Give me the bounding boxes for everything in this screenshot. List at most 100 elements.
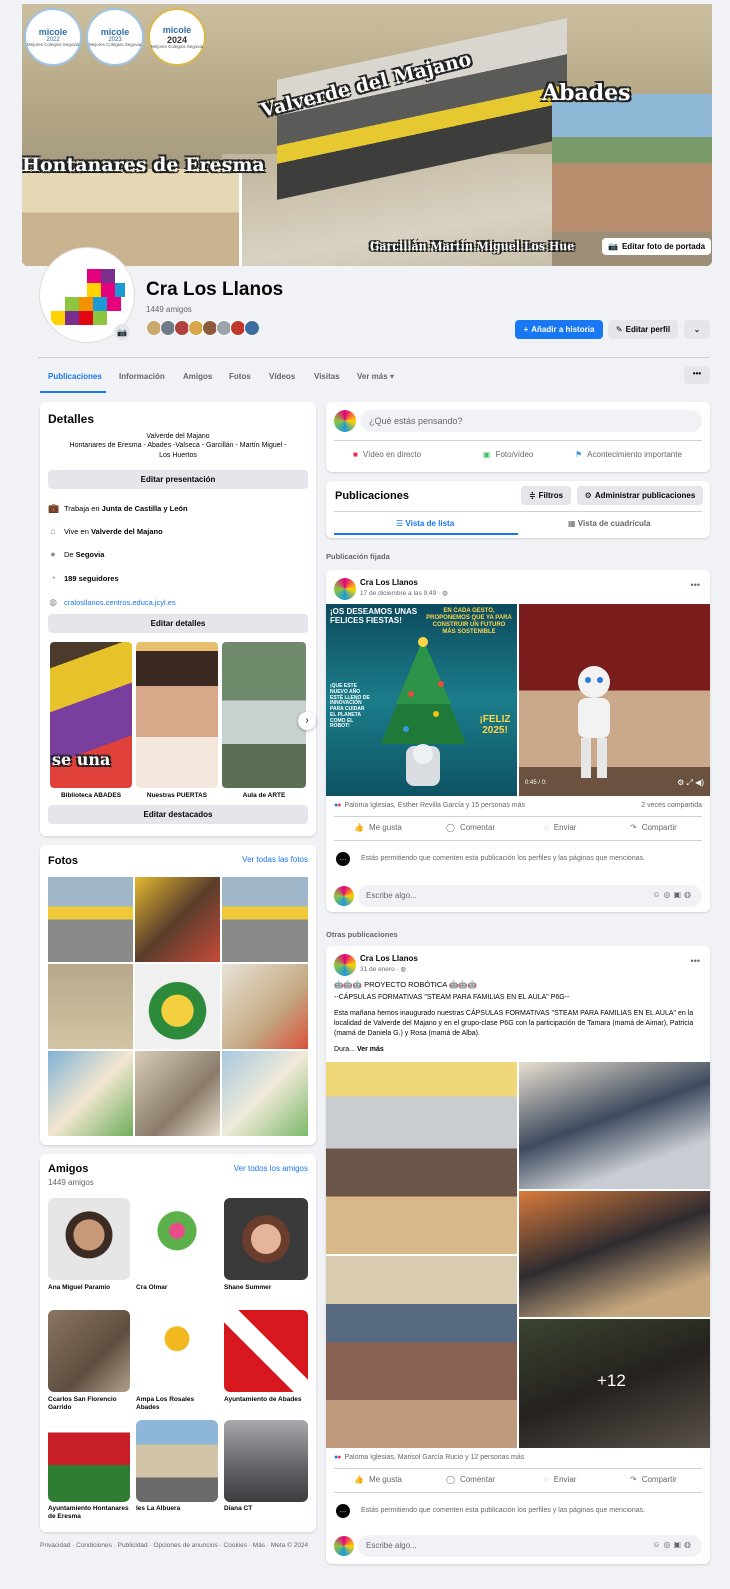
- tab-publicaciones[interactable]: Publicaciones: [48, 372, 102, 381]
- friends-avatars[interactable]: [146, 320, 260, 336]
- photo-thumbnail[interactable]: [135, 1051, 220, 1136]
- list-view-tab[interactable]: ☰ Vista de lista: [396, 519, 454, 528]
- friend-name[interactable]: Cra Olmar: [136, 1284, 218, 1292]
- tab-fotos[interactable]: Fotos: [229, 372, 251, 381]
- photo-thumbnail[interactable]: [48, 964, 133, 1049]
- see-all-photos-link[interactable]: Ver todas las fotos: [242, 855, 308, 864]
- photo-thumbnail[interactable]: [222, 964, 308, 1049]
- post-date[interactable]: 17 de diciembre a las 9:49 · ◍: [360, 589, 448, 597]
- friend-photo[interactable]: [136, 1198, 218, 1280]
- cover-photo[interactable]: micole 2022 Mejores Colegios Segovia micol…: [22, 4, 712, 266]
- video-controls-icon[interactable]: ⚙ ⤢ ◀): [677, 778, 704, 788]
- friends-count[interactable]: 1449 amigos: [146, 305, 192, 314]
- tab-informacion[interactable]: Información: [119, 372, 165, 381]
- like-button[interactable]: 👍 Me gusta: [354, 1475, 402, 1484]
- friend-name[interactable]: Ayuntamiento de Abades: [224, 1396, 308, 1404]
- post-shares[interactable]: 2 veces compartida: [641, 802, 702, 809]
- comment-button[interactable]: ◯ Comentar: [446, 823, 495, 832]
- edit-profile-button[interactable]: ✎ Editar perfil: [608, 320, 678, 339]
- post-photo[interactable]: [326, 1256, 517, 1448]
- photo-thumbnail[interactable]: [48, 877, 133, 962]
- post-video[interactable]: 0:45 / 0: ⚙ ⤢ ◀): [519, 604, 710, 796]
- post-reactions[interactable]: ● ● Paloma Iglesias, Marisol García Rucio …: [334, 1454, 524, 1461]
- photo-thumbnail[interactable]: [135, 877, 220, 962]
- chevron-down-icon[interactable]: ⌄: [684, 320, 710, 339]
- friend-name[interactable]: Ayuntamiento Hontanares de Eresma: [48, 1505, 130, 1521]
- share-icon: ↷: [630, 823, 637, 832]
- photo-icon: ▣: [483, 450, 491, 459]
- comment-input[interactable]: Escribe algo...: [358, 1535, 702, 1557]
- avatar[interactable]: [334, 578, 356, 600]
- featured-biblioteca[interactable]: se una: [50, 642, 132, 788]
- comment-tools-icon[interactable]: ☺◎▣◍: [652, 1540, 694, 1549]
- tab-videos[interactable]: Vídeos: [269, 372, 295, 381]
- share-button[interactable]: ↷ Compartir: [630, 1475, 677, 1484]
- see-more-link[interactable]: Ver más: [357, 1046, 384, 1053]
- footer-links[interactable]: Privacidad · Condiciones · Publicidad · …: [40, 1542, 316, 1551]
- friend-photo[interactable]: [136, 1310, 218, 1392]
- friend-photo[interactable]: [48, 1310, 130, 1392]
- avatar[interactable]: [334, 954, 356, 976]
- edit-featured-button[interactable]: Editar destacados: [48, 805, 308, 824]
- tab-ver-mas[interactable]: Ver más ▾: [357, 372, 394, 381]
- tab-amigos[interactable]: Amigos: [183, 372, 212, 381]
- friend-name[interactable]: Ampa Los Rosales Abades: [136, 1396, 218, 1412]
- photo-thumbnail[interactable]: [135, 964, 220, 1049]
- friend-photo[interactable]: [48, 1198, 130, 1280]
- avatar: [334, 886, 354, 906]
- active-view-indicator: [334, 533, 518, 535]
- friend-name[interactable]: Ana Miguel Paramio: [48, 1284, 130, 1292]
- friend-photo[interactable]: [224, 1420, 308, 1502]
- love-reaction-icon: ●: [337, 802, 342, 809]
- camera-icon[interactable]: 📷: [114, 324, 130, 340]
- post-author[interactable]: Cra Los Llanos: [360, 578, 418, 587]
- send-button[interactable]: ◌ Enviar: [544, 823, 576, 832]
- featured-puertas[interactable]: [136, 642, 218, 788]
- photo-video-button[interactable]: ▣ Foto/vídeo: [483, 450, 533, 459]
- comment-tools-icon[interactable]: ☺◎▣◍: [652, 890, 694, 899]
- comment-button[interactable]: ◯ Comentar: [446, 1475, 495, 1484]
- see-all-friends-link[interactable]: Ver todos los amigos: [234, 1164, 308, 1173]
- post-date[interactable]: 31 de enero · ◍: [360, 965, 406, 973]
- avatar[interactable]: [244, 320, 260, 336]
- manage-posts-button[interactable]: ⚙ Administrar publicaciones: [577, 486, 703, 505]
- live-video-button[interactable]: ■ Vídeo en directo: [353, 450, 421, 459]
- friend-photo[interactable]: [136, 1420, 218, 1502]
- more-options-icon[interactable]: •••: [684, 366, 710, 384]
- composer-input[interactable]: ¿Qué estás pensando?: [360, 410, 702, 432]
- friend-name[interactable]: Diana CT: [224, 1505, 308, 1513]
- comment-input[interactable]: Escribe algo...: [358, 885, 702, 907]
- post-options-icon[interactable]: •••: [691, 956, 700, 966]
- edit-presentation-button[interactable]: Editar presentación: [48, 470, 308, 489]
- add-story-button[interactable]: + Añadir a historia: [515, 320, 603, 339]
- photo-thumbnail[interactable]: [222, 1051, 308, 1136]
- post-author[interactable]: Cra Los Llanos: [360, 954, 418, 963]
- life-event-button[interactable]: ⚑ Acontecimiento importante: [575, 450, 682, 459]
- photo-thumbnail[interactable]: [48, 1051, 133, 1136]
- post-reactions[interactable]: ● ● Paloma Iglesias, Esther Revilla García…: [334, 802, 525, 809]
- chevron-right-icon[interactable]: ›: [298, 712, 316, 730]
- friend-photo[interactable]: [224, 1310, 308, 1392]
- friend-photo[interactable]: [48, 1420, 130, 1502]
- send-button[interactable]: ◌ Enviar: [544, 1475, 576, 1484]
- tab-visitas[interactable]: Visitas: [314, 372, 340, 381]
- like-button[interactable]: 👍 Me gusta: [354, 823, 402, 832]
- friend-name[interactable]: Shane Summer: [224, 1284, 308, 1292]
- post-photo-more[interactable]: +12: [519, 1319, 710, 1448]
- friend-photo[interactable]: [224, 1198, 308, 1280]
- avatar[interactable]: [334, 410, 356, 432]
- edit-details-button[interactable]: Editar detalles: [48, 614, 308, 633]
- edit-cover-button[interactable]: 📷 Editar foto de portada: [602, 238, 712, 255]
- friend-name[interactable]: Ies La Albuera: [136, 1505, 218, 1513]
- post-photo[interactable]: [326, 1062, 517, 1254]
- post-photo[interactable]: [519, 1062, 710, 1189]
- friend-name[interactable]: Ccarlos San Florencio Garrido: [48, 1396, 130, 1412]
- photo-thumbnail[interactable]: [222, 877, 308, 962]
- post-photo[interactable]: [519, 1191, 710, 1317]
- share-button[interactable]: ↷ Compartir: [630, 823, 677, 832]
- featured-arte[interactable]: [222, 642, 306, 788]
- grid-view-tab[interactable]: ▦ Vista de cuadrícula: [568, 519, 651, 528]
- post-options-icon[interactable]: •••: [691, 580, 700, 590]
- post-image-christmas[interactable]: ¡OS DESEAMOS UNAS FELICES FIESTAS! EN CA…: [326, 604, 517, 796]
- filters-button[interactable]: ≑ Filtros: [521, 486, 571, 505]
